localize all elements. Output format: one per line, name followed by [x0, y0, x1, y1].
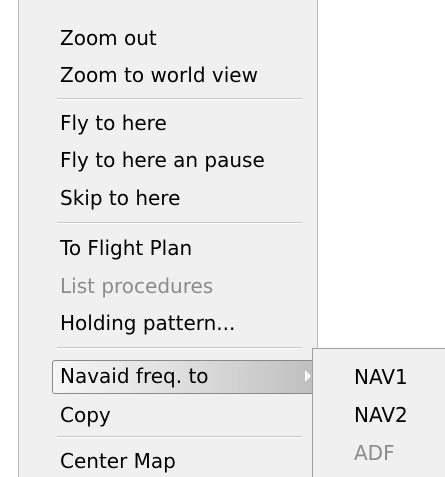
menu-item-holding-pattern[interactable]: Holding pattern...: [60, 311, 235, 335]
chevron-right-icon: [305, 370, 311, 382]
menu-separator: [57, 222, 302, 224]
menu-item-zoom-to-world-view[interactable]: Zoom to world view: [60, 63, 258, 87]
menu-item-fly-to-here[interactable]: Fly to here: [60, 111, 167, 135]
menu-item-navaid-freq-to[interactable]: Navaid freq. to: [60, 364, 209, 388]
menu-item-list-procedures: List procedures: [60, 274, 214, 298]
menu-item-center-map[interactable]: Center Map: [60, 449, 176, 473]
navaid-submenu: NAV1 NAV2 ADF: [312, 348, 445, 477]
submenu-item-nav2[interactable]: NAV2: [354, 403, 408, 427]
submenu-item-adf: ADF: [354, 441, 395, 465]
menu-item-skip-to-here[interactable]: Skip to here: [60, 186, 180, 210]
menu-separator: [57, 436, 302, 438]
menu-separator: [57, 347, 302, 349]
menu-item-zoom-out[interactable]: Zoom out: [60, 26, 157, 50]
menu-item-to-flight-plan[interactable]: To Flight Plan: [60, 236, 192, 260]
submenu-item-nav1[interactable]: NAV1: [354, 365, 408, 389]
menu-separator: [57, 98, 302, 100]
context-menu: Zoom out Zoom to world view Fly to here …: [18, 0, 323, 477]
screen: Zoom out Zoom to world view Fly to here …: [0, 0, 445, 477]
menu-item-fly-to-here-and-pause[interactable]: Fly to here an pause: [60, 148, 265, 172]
menu-item-copy[interactable]: Copy: [60, 403, 111, 427]
